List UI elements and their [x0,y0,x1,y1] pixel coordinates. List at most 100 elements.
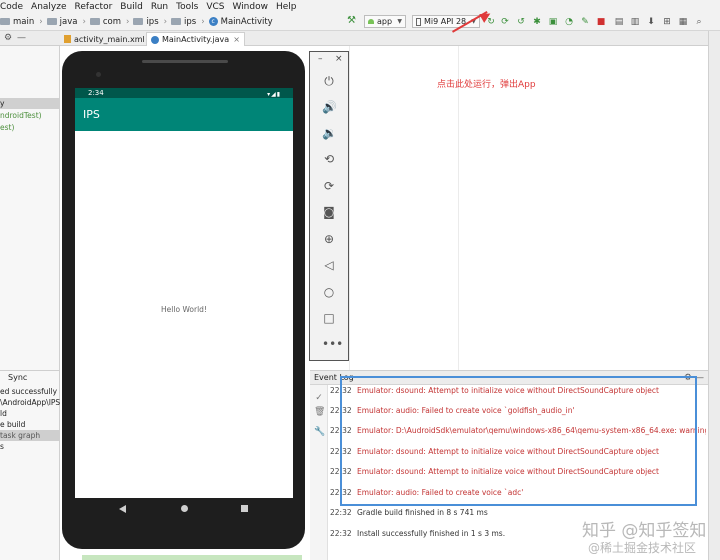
breadcrumb-label: com [102,16,122,27]
zoom-icon[interactable]: ⊕ [322,232,336,246]
build-output-row: s [0,442,4,451]
tab-label: activity_main.xml [74,34,145,44]
event-log-gutter: ✓ 🗑 🔧 [310,385,328,560]
mark-read-icon[interactable]: ✓ [314,393,324,403]
highlight-box [340,376,697,506]
breadcrumb-separator: › [82,16,86,27]
navigation-bar: main › java › com › ips › ips › c MainAct… [0,13,720,31]
attach-debugger-icon[interactable]: ✎ [580,17,590,27]
package-icon [133,18,144,25]
home-icon[interactable]: ○ [322,285,336,299]
menu-help[interactable]: Help [276,2,297,12]
menu-window[interactable]: Window [232,2,268,12]
right-tool-strip [708,31,720,560]
project-tree-item[interactable]: y [0,98,60,109]
device-label: Mi9 API 28 [424,17,467,26]
rotate-left-icon[interactable]: ⟲ [322,152,336,166]
sync-project-icon[interactable]: ▤ [614,17,624,27]
hammer-icon[interactable]: ⚒ [347,16,357,26]
trash-icon[interactable]: 🗑 [314,407,325,417]
run-coverage-icon[interactable]: ▣ [548,17,558,27]
menu-code[interactable]: Code [0,2,23,12]
tab-sync[interactable]: Sync [0,372,60,384]
folder-icon [0,18,10,25]
menu-run[interactable]: Run [151,2,168,12]
avd-manager-icon[interactable]: ▥ [630,17,640,27]
breadcrumb-label: java [59,16,78,27]
build-output-row: e build [0,420,26,429]
run-config-label: app [377,17,393,26]
run-config-select[interactable]: app ▼ [364,15,406,28]
log-message: Install successfully finished in 1 s 3 m… [357,529,506,538]
breadcrumb-separator: › [126,16,130,27]
breadcrumb-com[interactable]: com [89,16,122,27]
profile-icon[interactable]: ◔ [564,17,574,27]
breadcrumb-label: main [13,16,35,27]
progress-indicator [82,555,302,560]
tab-mainactivity-java[interactable]: MainActivity.java × [146,32,245,46]
menu-refactor[interactable]: Refactor [75,2,113,12]
build-output-row: ld [0,409,7,418]
breadcrumb-label: ips [146,16,159,27]
back-icon[interactable] [119,505,126,513]
build-output-row: task graph [0,430,60,441]
class-icon [151,35,159,44]
class-icon: c [208,17,218,26]
phone-icon [416,17,421,26]
apply-changes-icon[interactable]: ⟳ [500,17,510,27]
project-tree-item[interactable]: ndroidTest) [0,110,60,121]
screenshot-icon[interactable]: ◙ [322,205,336,219]
log-time: 22:32 [330,529,352,538]
package-icon [171,18,182,25]
apply-code-changes-icon[interactable]: ↺ [516,17,526,27]
volume-down-icon[interactable]: 🔉 [322,126,337,140]
layout-inspector-icon[interactable]: ⊞ [662,17,672,27]
hello-text: Hello World! [161,305,207,314]
breadcrumb-label: MainActivity [220,16,273,27]
breadcrumb-java[interactable]: java [46,16,78,27]
project-pane: y ndroidTest) est) [0,46,60,370]
project-tree-item[interactable]: est) [0,122,60,133]
stop-icon[interactable]: ■ [596,17,606,27]
tab-activity-main-xml[interactable]: activity_main.xml × [60,32,159,46]
home-icon[interactable] [181,505,188,512]
power-icon[interactable]: ⏻ [322,74,336,88]
breadcrumb-main[interactable]: main [0,17,34,27]
wrench-icon[interactable]: 🔧 [314,427,325,437]
close-icon[interactable]: × [233,35,240,44]
speaker-grille [142,60,228,63]
tab-label: MainActivity.java [162,35,230,44]
search-icon[interactable]: ⌕ [694,17,704,27]
menu-analyze[interactable]: Analyze [31,2,66,12]
package-icon [89,18,100,25]
close-icon[interactable]: × [335,54,343,64]
overview-icon[interactable]: □ [322,311,336,325]
project-structure-icon[interactable]: ▦ [678,17,688,27]
recents-icon[interactable] [241,505,248,512]
debug-icon[interactable]: ✱ [532,17,542,27]
android-nav-bar [75,500,293,518]
status-bar: 2:34 ▾◢▮ [75,88,293,98]
minimize-icon[interactable]: – [318,54,323,64]
back-icon[interactable]: ◁ [322,258,336,272]
editor-guide [349,46,350,370]
menu-tools[interactable]: Tools [176,2,198,12]
chevron-down-icon: ▼ [397,18,402,25]
breadcrumb-mainactivity[interactable]: c MainActivity [208,16,273,27]
breadcrumb-ips-2[interactable]: ips [171,17,196,27]
annotation-text: 点击此处运行，弹出App [437,80,536,90]
app-bar: IPS [75,98,293,131]
emulator-window-controls: – × [310,54,350,66]
volume-up-icon[interactable]: 🔊 [322,100,337,114]
breadcrumb-ips[interactable]: ips [133,16,159,27]
gear-icon[interactable]: ⚙ [4,33,12,43]
sdk-manager-icon[interactable]: ⬇ [646,17,656,27]
menu-build[interactable]: Build [120,2,143,12]
collapse-icon[interactable]: — [17,33,26,43]
app-title: IPS [83,108,100,121]
menu-bar: Code Analyze Refactor Build Run Tools VC… [0,0,720,13]
more-icon[interactable]: ••• [322,337,343,351]
menu-vcs[interactable]: VCS [206,2,224,12]
rotate-right-icon[interactable]: ⟳ [322,179,336,193]
emulator-screen[interactable]: 2:34 ▾◢▮ IPS Hello World! [75,88,293,498]
